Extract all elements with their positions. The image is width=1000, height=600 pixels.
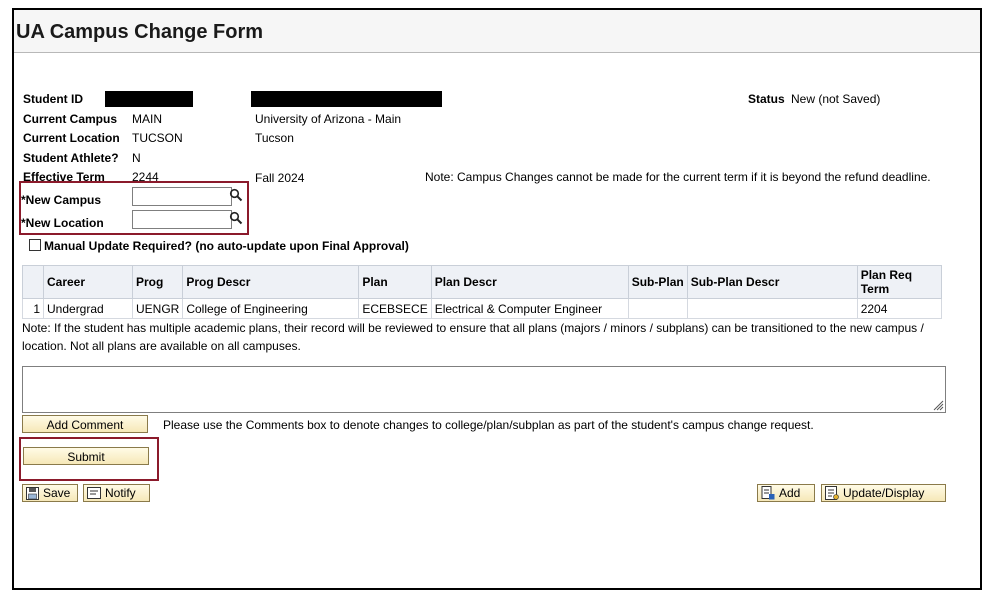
- plan-cell: ECEBSECE: [358, 298, 432, 319]
- lookup-icon[interactable]: [229, 188, 243, 202]
- plans-note-line2: location. Not all plans are available on…: [22, 339, 301, 353]
- academic-plans-table: Career Prog Prog Descr Plan Plan Descr S…: [22, 265, 943, 319]
- redacted-student-id: [105, 91, 193, 107]
- save-button-label: Save: [43, 486, 71, 500]
- sub-plan-cell: [627, 298, 688, 319]
- add-button[interactable]: Add: [757, 484, 815, 502]
- column-header-plan-req-term: Plan Req Term: [856, 265, 943, 299]
- column-header-sub-plan: Sub-Plan: [627, 265, 688, 299]
- manual-update-label: Manual Update Required? (no auto-update …: [44, 239, 409, 253]
- plan-req-term-cell: 2204: [856, 298, 943, 319]
- prog-descr-cell: College of Engineering: [182, 298, 360, 319]
- current-location-desc: Tucson: [255, 131, 294, 145]
- current-campus-label: Current Campus: [23, 112, 118, 126]
- comments-textarea[interactable]: [22, 366, 946, 413]
- plans-note-line1: Note: If the student has multiple academ…: [22, 321, 924, 335]
- current-location-code: TUCSON: [132, 131, 183, 145]
- student-id-label: Student ID: [23, 92, 83, 106]
- current-location-label: Current Location: [23, 131, 120, 145]
- notify-button-label: Notify: [105, 486, 136, 500]
- new-location-label: *New Location: [21, 216, 104, 230]
- column-header-plan-descr: Plan Descr: [430, 265, 629, 299]
- update-display-icon: [825, 486, 839, 500]
- update-display-button[interactable]: Update/Display: [821, 484, 946, 502]
- current-campus-desc: University of Arizona - Main: [255, 112, 402, 126]
- column-header-prog-descr: Prog Descr: [182, 265, 360, 299]
- table-row: 1 Undergrad UENGR College of Engineering…: [22, 298, 943, 319]
- lookup-icon[interactable]: [229, 211, 243, 225]
- new-location-input[interactable]: [132, 210, 232, 229]
- resize-grip-icon[interactable]: [932, 399, 944, 411]
- prog-cell: UENGR: [131, 298, 184, 319]
- new-campus-input[interactable]: [132, 187, 232, 206]
- column-header-plan: Plan: [358, 265, 432, 299]
- column-header-prog: Prog: [131, 265, 184, 299]
- save-icon: [26, 486, 39, 500]
- column-header-career: Career: [43, 265, 133, 299]
- add-comment-button[interactable]: Add Comment: [22, 415, 148, 433]
- effective-term-desc: Fall 2024: [255, 171, 305, 185]
- current-campus-code: MAIN: [132, 112, 162, 126]
- student-athlete-value: N: [132, 151, 141, 165]
- column-header-sub-plan-descr: Sub-Plan Descr: [686, 265, 858, 299]
- save-button[interactable]: Save: [22, 484, 78, 502]
- student-athlete-label: Student Athlete?: [23, 151, 119, 165]
- row-number: 1: [22, 298, 44, 319]
- plan-descr-cell: Electrical & Computer Engineer: [430, 298, 629, 319]
- sub-plan-descr-cell: [686, 298, 858, 319]
- submit-button[interactable]: Submit: [23, 447, 149, 465]
- career-cell: Undergrad: [43, 298, 133, 319]
- new-campus-label: *New Campus: [21, 193, 102, 207]
- table-header-row: Career Prog Prog Descr Plan Plan Descr S…: [22, 265, 943, 299]
- title-bar: UA Campus Change Form: [14, 10, 980, 53]
- status-value: New (not Saved): [791, 92, 881, 106]
- term-note: Note: Campus Changes cannot be made for …: [425, 170, 931, 184]
- column-header-row-number: [22, 265, 44, 299]
- campus-change-form: UA Campus Change Form Student ID Status …: [12, 8, 982, 590]
- notify-icon: [87, 487, 101, 499]
- notify-button[interactable]: Notify: [83, 484, 150, 502]
- redacted-student-name: [251, 91, 442, 107]
- add-icon: [761, 486, 775, 500]
- manual-update-checkbox[interactable]: [29, 239, 41, 251]
- page-title: UA Campus Change Form: [16, 21, 264, 43]
- status-label: Status: [748, 92, 785, 106]
- update-display-button-label: Update/Display: [843, 486, 925, 500]
- comments-hint: Please use the Comments box to denote ch…: [163, 418, 814, 432]
- add-button-label: Add: [779, 486, 801, 500]
